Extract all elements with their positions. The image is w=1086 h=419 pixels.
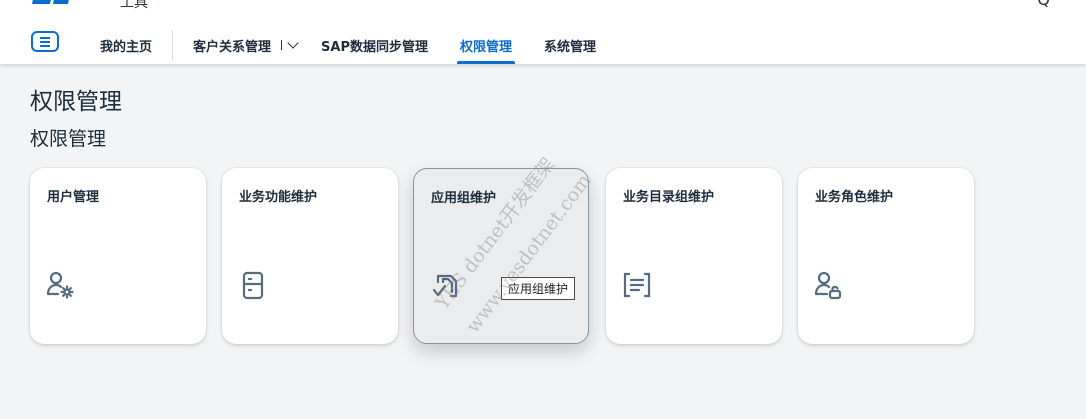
document-icon bbox=[237, 269, 269, 301]
tile-app-group[interactable]: 应用组维护 bbox=[413, 168, 589, 344]
tile-title: 业务目录组维护 bbox=[623, 190, 715, 205]
nav-item-home[interactable]: 我的主页 bbox=[100, 26, 152, 64]
list-icon bbox=[621, 269, 653, 301]
menu-line bbox=[40, 41, 50, 43]
user-settings-icon bbox=[45, 269, 77, 301]
tile-title: 业务角色维护 bbox=[815, 190, 894, 205]
tile-business-function[interactable]: 业务功能维护 bbox=[222, 168, 398, 344]
nav-label: SAP数据同步管理 bbox=[321, 39, 428, 55]
page-title: 权限管理 bbox=[30, 89, 122, 115]
nav-item-system[interactable]: 系统管理 bbox=[544, 26, 596, 64]
approvals-icon bbox=[429, 270, 461, 302]
app-logo[interactable] bbox=[30, 0, 74, 10]
nav-label: 我的主页 bbox=[100, 39, 153, 55]
nav-item-permissions[interactable]: 权限管理 bbox=[456, 26, 516, 64]
nav-divider bbox=[172, 30, 174, 60]
nav-label: 系统管理 bbox=[544, 39, 597, 55]
search-icon[interactable]: Q bbox=[1037, 0, 1050, 9]
shell-header: 工具 Q 我的主页 客户关系管理 SAP数据同步管理 权限管理 系统管理 bbox=[0, 0, 1086, 64]
tile-user-management[interactable]: 用户管理 bbox=[30, 168, 206, 344]
nav-label: 权限管理 bbox=[459, 39, 512, 55]
tile-title: 业务功能维护 bbox=[239, 190, 318, 205]
top-navigation: 我的主页 客户关系管理 SAP数据同步管理 权限管理 系统管理 bbox=[100, 26, 628, 64]
section-title: 权限管理 bbox=[30, 128, 107, 150]
app-title: 工具 bbox=[120, 0, 148, 11]
menu-line bbox=[40, 37, 50, 39]
tile-title: 用户管理 bbox=[47, 190, 100, 205]
chevron-down-icon[interactable] bbox=[287, 37, 299, 49]
menu-line bbox=[40, 45, 50, 47]
tooltip: 应用组维护 bbox=[501, 277, 576, 300]
nav-item-sap-sync[interactable]: SAP数据同步管理 bbox=[321, 26, 428, 64]
nav-caret-divider bbox=[281, 40, 283, 50]
user-lock-icon bbox=[813, 269, 845, 301]
tile-title: 应用组维护 bbox=[431, 191, 497, 206]
tile-catalog-group[interactable]: 业务目录组维护 bbox=[606, 168, 782, 344]
nav-label: 客户关系管理 bbox=[193, 39, 272, 55]
tile-business-role[interactable]: 业务角色维护 bbox=[798, 168, 974, 344]
hamburger-menu-icon[interactable] bbox=[31, 31, 59, 52]
nav-item-crm[interactable]: 客户关系管理 bbox=[193, 26, 299, 64]
